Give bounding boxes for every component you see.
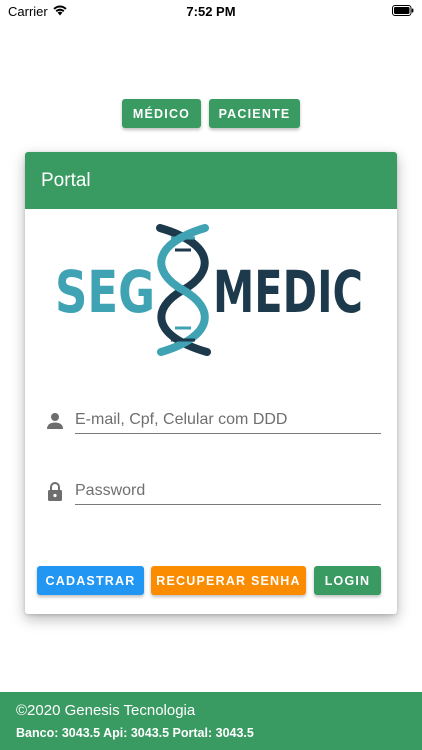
svg-text:SEG: SEG [55,258,155,326]
footer-versions: Banco: 3043.5 Api: 3043.5 Portal: 3043.5 [16,726,254,740]
lock-icon [48,482,62,501]
clock-label: 7:52 PM [186,4,236,19]
svg-text:MEDIC: MEDIC [213,258,363,326]
cadastrar-button[interactable]: CADASTRAR [37,566,144,595]
email-field [41,403,381,443]
login-card: Portal SEG MEDIC CADASTRAR RECUPERAR SEN… [25,152,397,614]
footer-copyright: ©2020 Genesis Tecnologia [16,702,196,719]
status-bar: Carrier 7:52 PM [0,0,422,22]
login-button[interactable]: LOGIN [314,566,381,595]
footer: ©2020 Genesis Tecnologia Banco: 3043.5 A… [0,692,422,750]
battery-icon [392,5,414,16]
email-input[interactable] [75,407,381,434]
recuperar-senha-button[interactable]: RECUPERAR SENHA [151,566,306,595]
medico-button[interactable]: MÉDICO [122,99,201,128]
dna-icon [156,224,211,356]
card-title: Portal [41,170,91,191]
segmedic-logo: SEG MEDIC [55,224,363,356]
person-icon [47,413,63,429]
password-field [41,474,381,514]
paciente-button[interactable]: PACIENTE [209,99,300,128]
password-input[interactable] [75,478,381,505]
card-header: Portal [25,152,397,209]
